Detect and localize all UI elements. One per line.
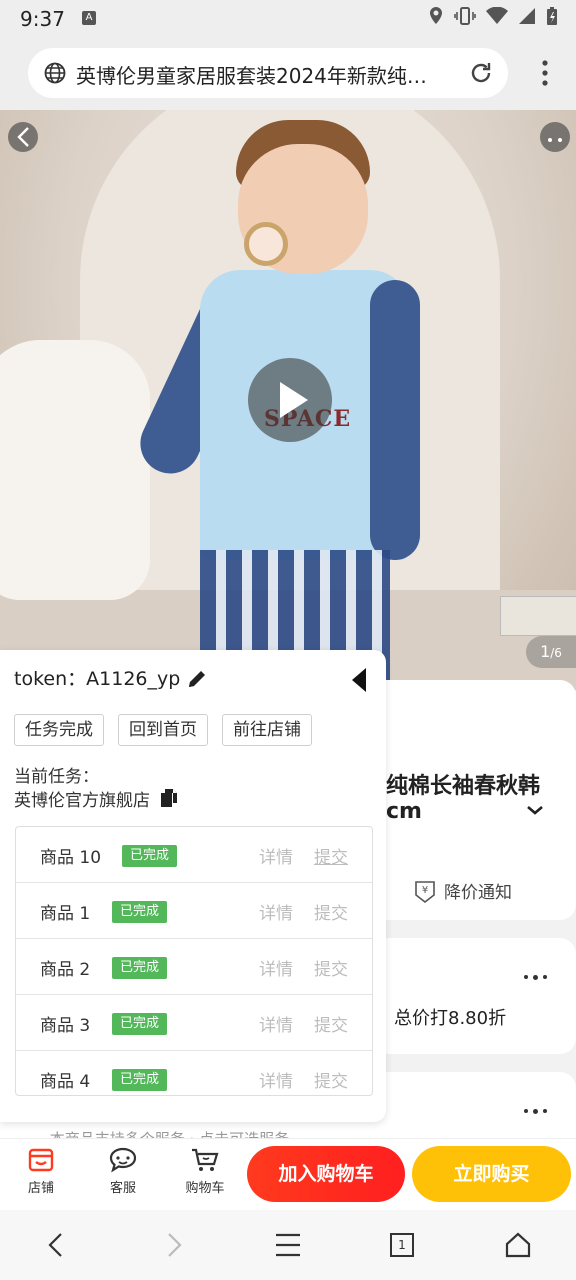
- status-badge: 已完成: [112, 1013, 168, 1035]
- globe-icon: [44, 62, 66, 84]
- bottom-action-bar: 店铺 客服 购物车 加入购物车 立即购买: [0, 1138, 576, 1210]
- add-to-cart-button[interactable]: 加入购物车: [247, 1146, 405, 1202]
- task-row-name: 商品 2: [40, 960, 91, 980]
- token-label: token：: [14, 668, 87, 690]
- shop-icon: [28, 1148, 54, 1172]
- task-row-name: 商品 10: [40, 848, 102, 868]
- submit-link[interactable]: 提交: [314, 1067, 348, 1092]
- shop-label: 店铺: [27, 1181, 54, 1196]
- task-row: 商品 10 已完成 详情 提交: [16, 827, 372, 883]
- task-row: 商品 4 已完成 详情 提交: [16, 1051, 372, 1095]
- browser-toolbar: 英博伦男童家居服套装2024年新款纯…: [0, 36, 576, 110]
- browser-menu-icon[interactable]: [542, 60, 548, 86]
- screen: 9:37 A 英博伦男童家居服套装2024年新款纯… SPACE: [0, 0, 576, 1280]
- cart-button[interactable]: 购物车: [175, 1143, 235, 1196]
- submit-link[interactable]: 提交: [314, 955, 348, 980]
- current-task-label: 当前任务：: [14, 767, 99, 787]
- more-dots-icon: [548, 138, 562, 142]
- copy-icon[interactable]: [160, 788, 178, 808]
- nav-forward-icon[interactable]: [162, 1230, 186, 1260]
- image-counter-total: /6: [550, 646, 562, 660]
- back-button[interactable]: [8, 122, 38, 152]
- collapse-panel-icon[interactable]: [352, 668, 366, 692]
- tabs-count-icon[interactable]: 1: [390, 1233, 414, 1257]
- task-row-name: 商品 1: [40, 904, 91, 924]
- task-list: 商品 10 已完成 详情 提交 商品 1 已完成 详情 提交 商品 2 已完成 …: [15, 826, 373, 1096]
- sleeve-right: [370, 280, 420, 560]
- back-arrow-icon: [17, 127, 29, 147]
- discount-text: 总价打8.80折: [394, 1008, 507, 1029]
- promotion-more-icon[interactable]: [524, 974, 547, 980]
- battery-icon: [547, 7, 557, 25]
- task-row: 商品 1 已完成 详情 提交: [16, 883, 372, 939]
- reload-icon[interactable]: [468, 60, 494, 86]
- task-row-name: 商品 3: [40, 1016, 91, 1036]
- nav-menu-icon[interactable]: [274, 1230, 302, 1260]
- image-counter: 1/6: [526, 636, 576, 668]
- submit-link[interactable]: 提交: [314, 843, 348, 868]
- customer-service-button[interactable]: 客服: [93, 1143, 153, 1196]
- submit-link[interactable]: 提交: [314, 1011, 348, 1036]
- nav-home-icon[interactable]: [504, 1230, 532, 1260]
- more-button[interactable]: [540, 122, 570, 152]
- detail-link[interactable]: 详情: [259, 843, 293, 868]
- buy-now-button[interactable]: 立即购买: [412, 1146, 571, 1202]
- task-complete-button[interactable]: 任务完成: [14, 714, 104, 746]
- edit-icon[interactable]: [186, 668, 208, 690]
- location-icon: [430, 7, 442, 24]
- app-notification-icon: A: [82, 11, 96, 25]
- image-counter-current: 1: [540, 642, 551, 661]
- price-alert-button[interactable]: ¥ 降价通知: [414, 878, 512, 903]
- task-row: 商品 3 已完成 详情 提交: [16, 995, 372, 1051]
- status-badge: 已完成: [112, 1069, 168, 1091]
- back-home-button[interactable]: 回到首页: [118, 714, 208, 746]
- detail-link[interactable]: 详情: [259, 955, 293, 980]
- magnifier: [244, 222, 288, 266]
- books: [500, 596, 576, 636]
- status-bar: 9:37 A: [0, 0, 576, 36]
- detail-link[interactable]: 详情: [259, 1011, 293, 1036]
- address-bar[interactable]: 英博伦男童家居服套装2024年新款纯…: [28, 48, 508, 98]
- status-badge: 已完成: [112, 957, 168, 979]
- nav-back-icon[interactable]: [44, 1230, 68, 1260]
- current-task-value: 英博伦官方旗舰店: [14, 791, 150, 811]
- cart-label: 购物车: [185, 1181, 225, 1196]
- play-video-button[interactable]: [248, 358, 332, 442]
- status-badge: 已完成: [112, 901, 168, 923]
- status-badge: 已完成: [122, 845, 178, 867]
- status-time: 9:37: [20, 7, 65, 31]
- armchair: [0, 340, 150, 600]
- customer-service-label: 客服: [109, 1181, 136, 1196]
- product-image-carousel[interactable]: SPACE 1/6: [0, 110, 576, 690]
- submit-link[interactable]: 提交: [314, 899, 348, 924]
- token-value: A1126_yp: [86, 668, 181, 690]
- chevron-down-icon[interactable]: [526, 804, 544, 816]
- panel-buttons: 任务完成 回到首页 前往店铺: [14, 714, 312, 746]
- product-title-line2: cm: [386, 799, 422, 824]
- signal-icon: [519, 8, 535, 24]
- price-alert-label: 降价通知: [444, 883, 512, 903]
- chat-bubble-icon: [109, 1147, 137, 1173]
- task-row-name: 商品 4: [40, 1072, 91, 1092]
- svg-text:¥: ¥: [422, 885, 428, 896]
- vibrate-icon: [454, 7, 476, 25]
- go-to-store-button[interactable]: 前往店铺: [222, 714, 312, 746]
- status-icons: [428, 6, 558, 26]
- wifi-icon: [486, 7, 508, 24]
- detail-link[interactable]: 详情: [259, 899, 293, 924]
- detail-link[interactable]: 详情: [259, 1067, 293, 1092]
- price-tag-icon: ¥: [415, 880, 435, 903]
- play-icon: [280, 382, 308, 418]
- task-row: 商品 2 已完成 详情 提交: [16, 939, 372, 995]
- task-panel: token：A1126_yp 任务完成 回到首页 前往店铺 当前任务： 英博伦官…: [0, 650, 386, 1122]
- product-title-line1: 纯棉长袖春秋韩: [386, 774, 541, 799]
- shop-button[interactable]: 店铺: [11, 1143, 71, 1196]
- token-display: token：A1126_yp: [14, 664, 180, 691]
- browser-nav-bar: 1: [0, 1210, 576, 1280]
- cart-icon: [192, 1148, 219, 1171]
- url-text[interactable]: 英博伦男童家居服套装2024年新款纯…: [76, 60, 456, 89]
- service-more-icon[interactable]: [524, 1108, 547, 1114]
